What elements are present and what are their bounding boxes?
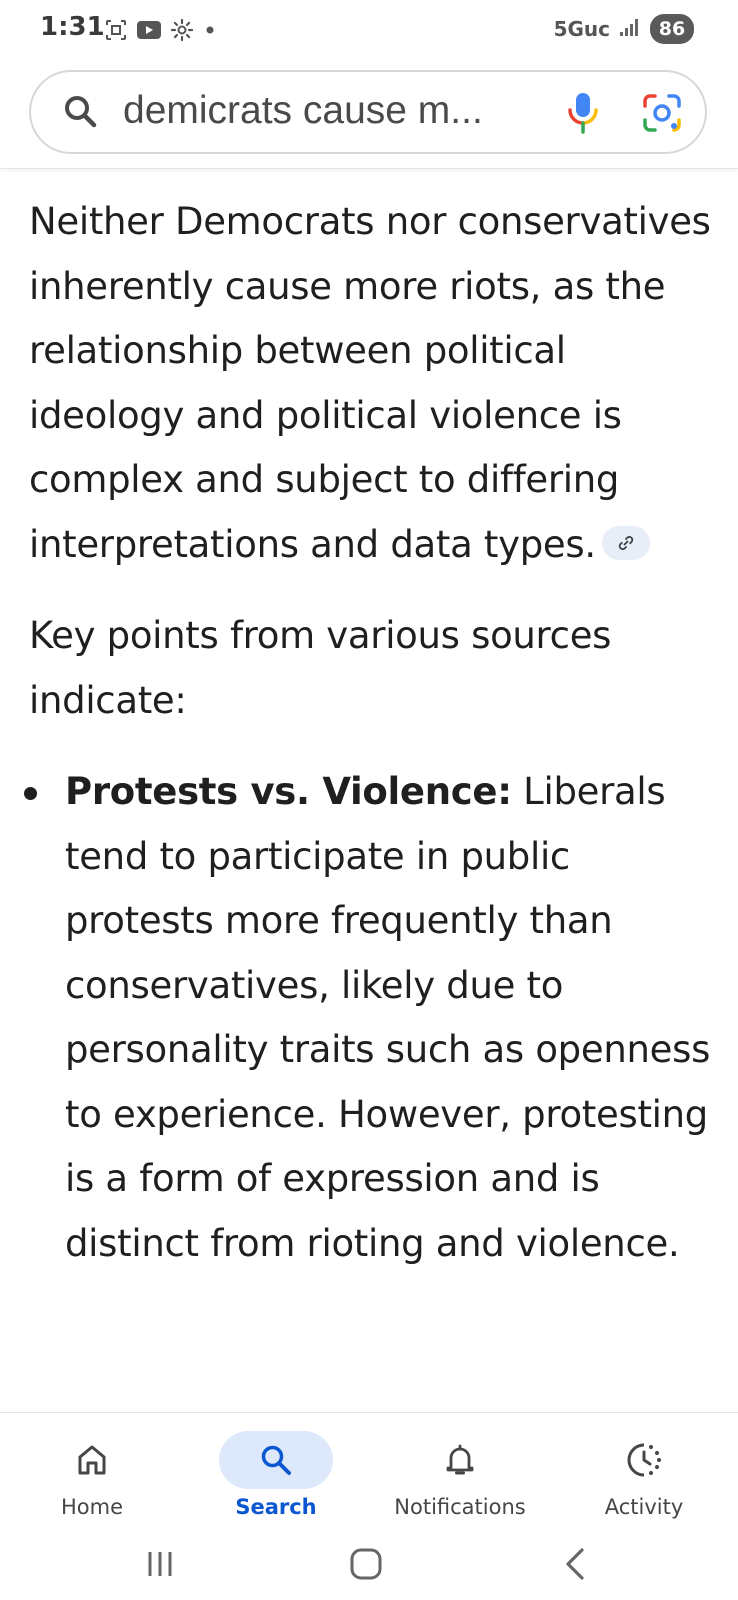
nav-label-notifications: Notifications: [394, 1495, 526, 1519]
network-label: 5Guc: [553, 17, 610, 41]
source-link-button[interactable]: [601, 525, 650, 560]
mic-icon[interactable]: [561, 90, 605, 136]
nav-item-search[interactable]: Search: [184, 1421, 368, 1521]
search-icon: [61, 92, 101, 132]
settings-icon: [170, 18, 194, 42]
overview-paragraph: Neither Democrats nor conservatives inhe…: [29, 190, 719, 577]
status-bar: 1:31 5Guc 86: [0, 0, 738, 62]
home-system-button[interactable]: [336, 1542, 396, 1586]
nav-item-home[interactable]: Home: [0, 1421, 184, 1521]
nav-label-home: Home: [60, 1495, 123, 1519]
nav-item-notifications[interactable]: Notifications: [368, 1421, 552, 1521]
search-icon: [261, 1445, 291, 1475]
back-button[interactable]: [545, 1542, 605, 1586]
nav-pill: [35, 1431, 149, 1489]
bell-icon: [446, 1444, 474, 1475]
activity-icon: [627, 1443, 661, 1477]
search-box[interactable]: demicrats cause m...: [29, 70, 707, 154]
recents-button[interactable]: [130, 1542, 190, 1586]
screen: 1:31 5Guc 86 demicrats cause m... Neithe…: [0, 0, 738, 1600]
status-right: 5Guc 86: [554, 14, 694, 44]
bullet-heading: Protests vs. Violence:: [65, 770, 512, 813]
key-points-intro: Key points from various sources indicate…: [29, 614, 612, 722]
status-notification-icons: [104, 18, 218, 42]
system-navigation-bar: [0, 1528, 738, 1600]
nav-label-search: Search: [235, 1495, 317, 1519]
back-icon: [566, 1548, 584, 1580]
nav-pill: [587, 1431, 701, 1489]
home-button-icon: [350, 1548, 382, 1580]
lens-icon[interactable]: [641, 92, 683, 134]
recents-icon: [148, 1552, 172, 1576]
bottom-navigation: Home Search Notifications Activity: [0, 1412, 738, 1529]
nav-item-activity[interactable]: Activity: [552, 1421, 736, 1521]
nav-pill-active: [219, 1431, 333, 1489]
signal-icon: [618, 16, 642, 42]
key-points-list: Protests vs. Violence: Liberals tend to …: [24, 760, 719, 1276]
ai-overview-content: Neither Democrats nor conservatives inhe…: [24, 190, 719, 1276]
nav-label-activity: Activity: [604, 1495, 684, 1519]
overview-paragraph-text: Neither Democrats nor conservatives inhe…: [29, 200, 711, 566]
link-icon: [618, 535, 633, 550]
status-time: 1:31: [40, 12, 105, 42]
search-input[interactable]: demicrats cause m...: [123, 89, 483, 133]
battery-indicator: 86: [650, 14, 694, 44]
screenshot-icon: [104, 18, 128, 42]
search-header: demicrats cause m...: [0, 62, 738, 169]
notification-dot-icon: [202, 22, 218, 38]
list-item: Protests vs. Violence: Liberals tend to …: [24, 760, 719, 1276]
bullet-text: Liberals tend to participate in public p…: [65, 770, 711, 1265]
bullet-icon: [24, 787, 37, 800]
home-icon: [78, 1445, 106, 1475]
youtube-icon: [136, 19, 162, 41]
nav-pill: [403, 1431, 517, 1489]
